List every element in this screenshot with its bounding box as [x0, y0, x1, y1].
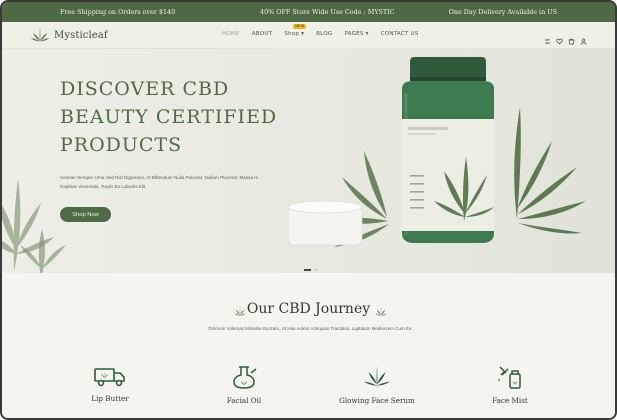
nav-blog[interactable]: BLOG [316, 31, 332, 37]
browser-frame: Free Shipping on Orders over $140 40% OF… [0, 0, 617, 420]
dropper-bottle-icon [498, 366, 521, 389]
feature-label: Facial Oil [226, 396, 262, 405]
new-badge: NEW [293, 24, 307, 29]
slider-dot-active[interactable] [304, 269, 311, 271]
feature-lip-butter[interactable]: Lip Butter [65, 365, 155, 403]
hero-title-line-3: PRODUCTS [60, 134, 183, 156]
promo-code-text: 40% OFF Store Wide Use Code : MYSTIC [260, 8, 395, 16]
user-icon[interactable] [580, 32, 587, 45]
feature-facial-oil[interactable]: Facial Oil [199, 365, 289, 405]
shop-now-button[interactable]: Shop Now [60, 207, 111, 222]
delivery-text: One Day Delivery Available in US [448, 8, 557, 16]
main-nav: HOME ABOUT Shop ▾ NEW BLOG PAGES ▾ CONTA… [222, 24, 419, 37]
logo[interactable]: Mysticleaf [30, 27, 108, 43]
chevron-down-icon: ▾ [365, 31, 369, 37]
free-shipping-text: Free Shipping on Orders over $140 [60, 8, 176, 16]
slider-dots [304, 269, 317, 271]
feature-label: Glowing Face Serum [339, 396, 415, 405]
feature-list: Lip Butter Facial Oil Glowing Face Serum… [2, 365, 615, 415]
leaf-icon [375, 306, 387, 317]
cannabis-leaf-icon [364, 366, 390, 388]
journey-title: Our CBD Journey [246, 301, 371, 317]
cbd-product-image [287, 57, 586, 247]
hero-title-line-1: DISCOVER CBD [60, 78, 230, 100]
chevron-down-icon: ▾ [301, 31, 305, 37]
feature-glowing-face-serum[interactable]: Glowing Face Serum [332, 365, 422, 405]
hero-description: Aenean Semper Urna Sed Nisl Dignissim, A… [60, 175, 259, 189]
journey-description: Dolorum Volumas Molestie Ea Eam, Ut Has … [208, 326, 413, 331]
truck-icon [94, 368, 125, 387]
feature-label: Face Mist [492, 396, 528, 405]
logo-text: Mysticleaf [54, 29, 108, 41]
header-icons [544, 32, 587, 45]
site-header: Mysticleaf HOME ABOUT Shop ▾ NEW BLOG PA… [2, 22, 615, 49]
logo-leaf-icon [30, 28, 50, 42]
hero-banner: DISCOVER CBD BEAUTY CERTIFIED PRODUCTS A… [2, 49, 615, 273]
slider-dot[interactable] [314, 269, 317, 271]
nav-home[interactable]: HOME [222, 31, 240, 37]
bong-icon [233, 366, 257, 389]
compare-icon[interactable] [544, 32, 551, 45]
nav-about[interactable]: ABOUT [252, 31, 272, 37]
nav-shop[interactable]: Shop ▾ NEW [284, 24, 307, 37]
announcement-bar: Free Shipping on Orders over $140 40% OF… [2, 2, 615, 22]
journey-section: Our CBD Journey Dolorum Volumas Molestie… [2, 273, 615, 418]
nav-contact[interactable]: CONTACT US [381, 31, 419, 37]
heart-icon[interactable] [556, 32, 563, 45]
cart-icon[interactable] [568, 32, 575, 45]
nav-pages-label: PAGES [344, 31, 364, 37]
hero-title-line-2: BEAUTY CERTIFIED [60, 106, 278, 128]
nav-pages[interactable]: PAGES ▾ [344, 31, 368, 37]
feature-label: Lip Butter [91, 394, 129, 403]
hero-title: DISCOVER CBD BEAUTY CERTIFIED PRODUCTS [60, 75, 310, 159]
nav-shop-label: Shop [284, 31, 300, 37]
feature-face-mist[interactable]: Face Mist [465, 365, 555, 405]
